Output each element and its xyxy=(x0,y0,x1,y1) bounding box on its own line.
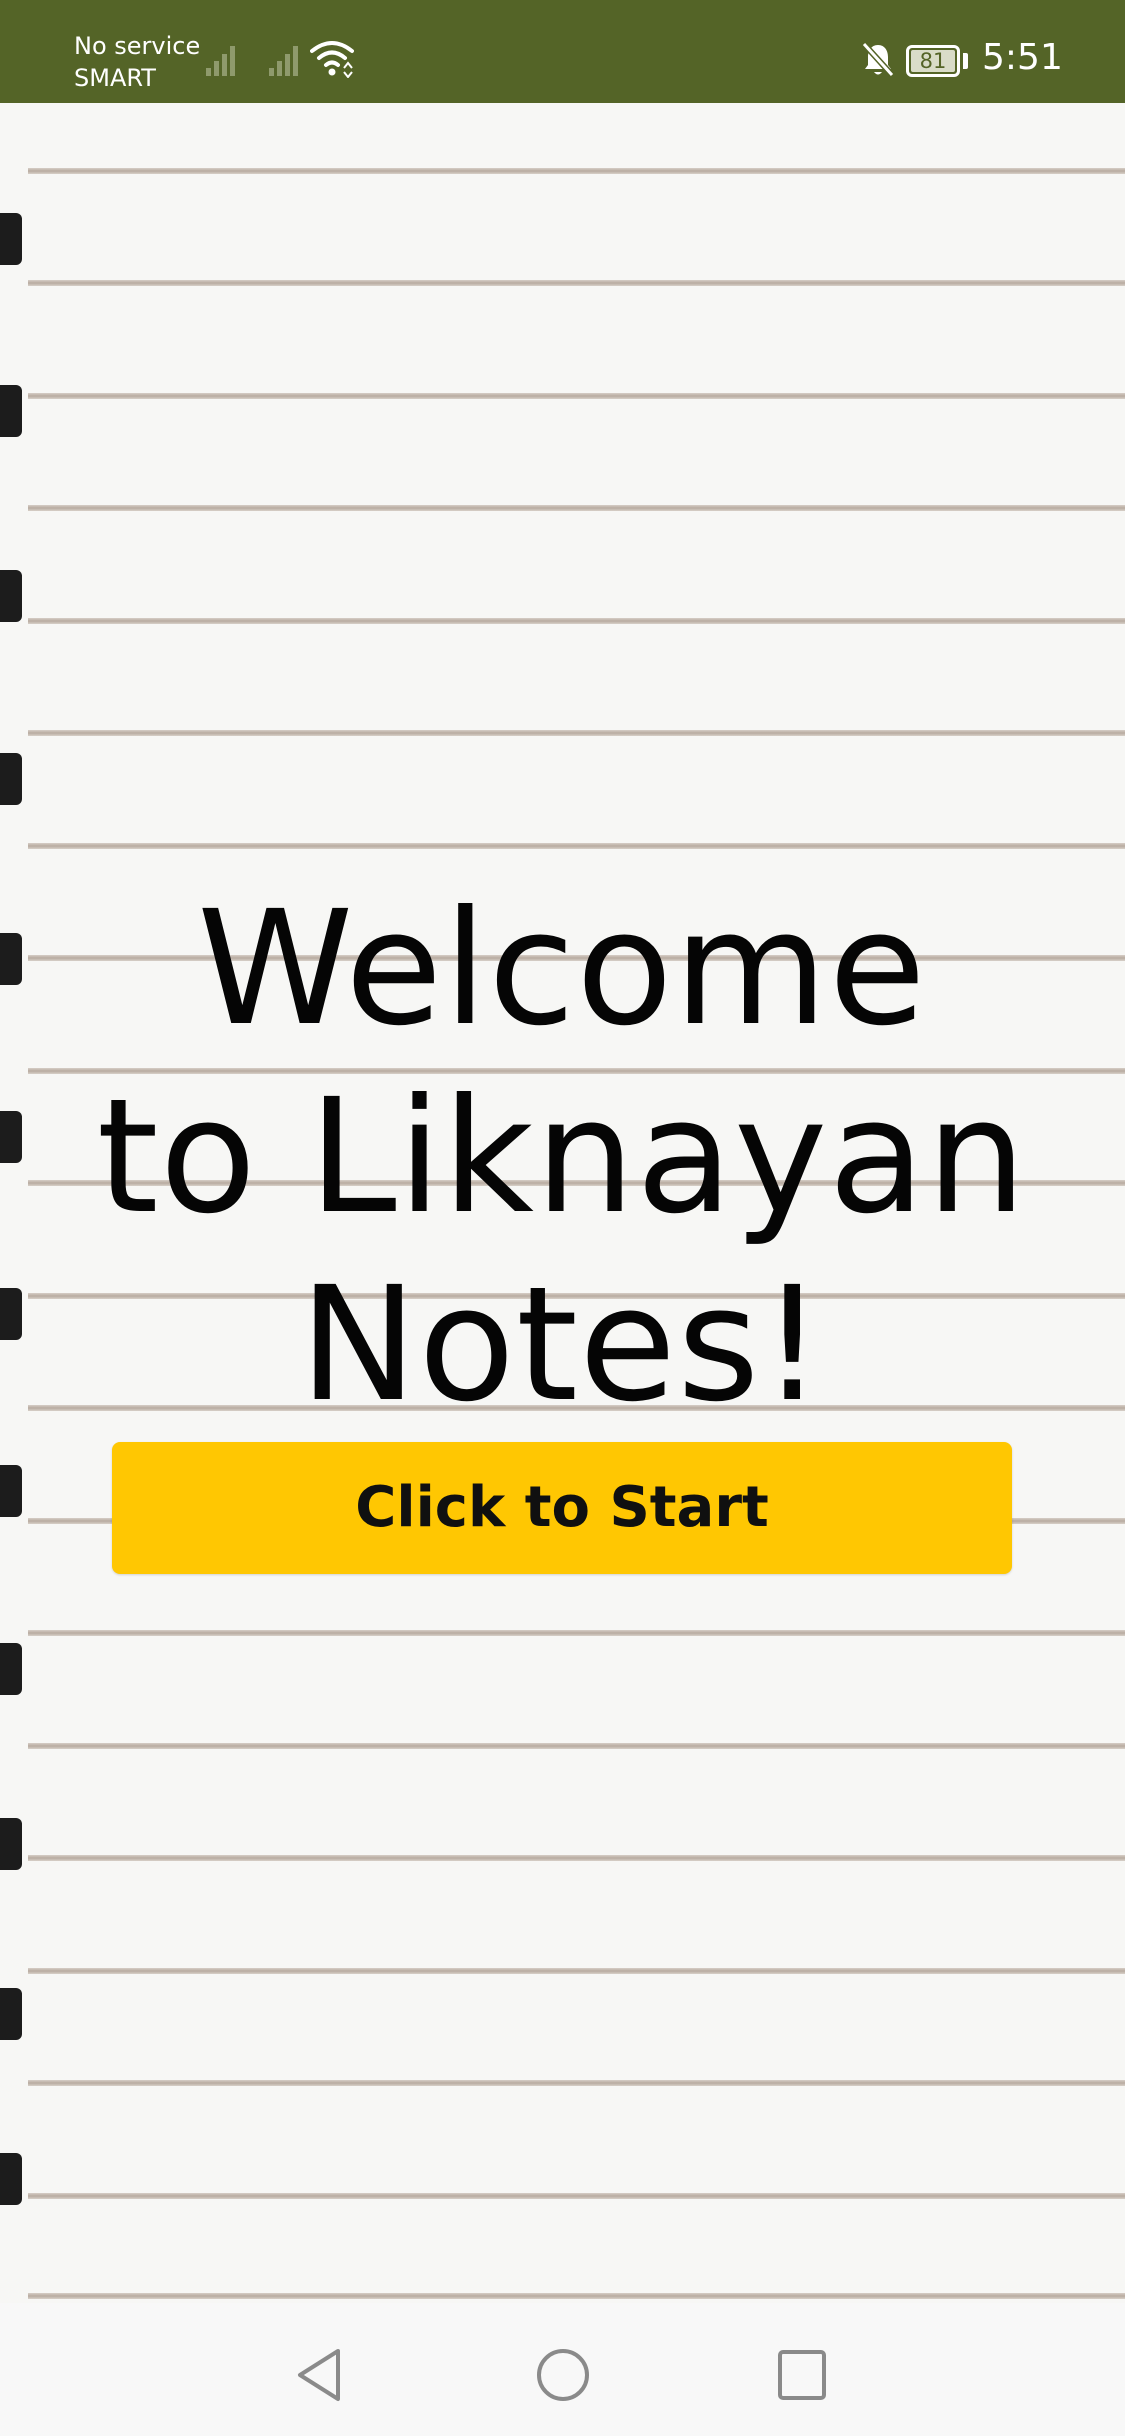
ruled-line xyxy=(28,393,1125,399)
bell-off-icon xyxy=(862,42,894,78)
binding-hole xyxy=(0,213,22,265)
ruled-line xyxy=(28,1743,1125,1749)
welcome-line: to Liknayan xyxy=(96,1065,1028,1249)
ruled-line xyxy=(28,2080,1125,2086)
battery-level: 81 xyxy=(919,49,947,73)
ruled-line xyxy=(28,2193,1125,2199)
ruled-line xyxy=(28,618,1125,624)
signal-icon xyxy=(269,46,298,76)
binding-hole xyxy=(0,933,22,985)
binding-hole xyxy=(0,1465,22,1517)
ruled-line xyxy=(28,280,1125,286)
welcome-title: Welcome to Liknayan Notes! xyxy=(62,875,1062,1439)
ruled-line xyxy=(28,505,1125,511)
binding-hole xyxy=(0,753,22,805)
clock: 5:51 xyxy=(982,37,1063,78)
status-bar: No service SMART 81 5:51 xyxy=(0,0,1125,103)
ruled-line xyxy=(28,1968,1125,1974)
welcome-line: Notes! xyxy=(299,1253,825,1437)
binding-hole xyxy=(0,385,22,437)
ruled-line xyxy=(28,168,1125,174)
binding-hole xyxy=(0,570,22,622)
binding-hole xyxy=(0,1988,22,2040)
binding-hole xyxy=(0,1288,22,1340)
ruled-line xyxy=(28,1855,1125,1861)
start-button[interactable]: Click to Start xyxy=(112,1442,1012,1574)
wifi-icon xyxy=(310,41,354,78)
binding-hole xyxy=(0,1643,22,1695)
carrier-status: No service xyxy=(74,32,201,60)
battery-tip xyxy=(963,53,968,69)
home-icon[interactable] xyxy=(535,2347,591,2403)
binding-hole xyxy=(0,1111,22,1163)
ruled-line xyxy=(28,1630,1125,1636)
ruled-line xyxy=(28,2293,1125,2299)
recents-icon[interactable] xyxy=(777,2347,827,2403)
welcome-line: Welcome xyxy=(197,877,927,1061)
ruled-line xyxy=(28,843,1125,849)
battery-icon: 81 xyxy=(906,45,960,77)
ruled-line xyxy=(28,730,1125,736)
signal-icon xyxy=(206,46,235,76)
carrier-name: SMART xyxy=(74,64,156,92)
back-icon[interactable] xyxy=(294,2347,346,2403)
binding-hole xyxy=(0,1818,22,1870)
binding-hole xyxy=(0,2153,22,2205)
